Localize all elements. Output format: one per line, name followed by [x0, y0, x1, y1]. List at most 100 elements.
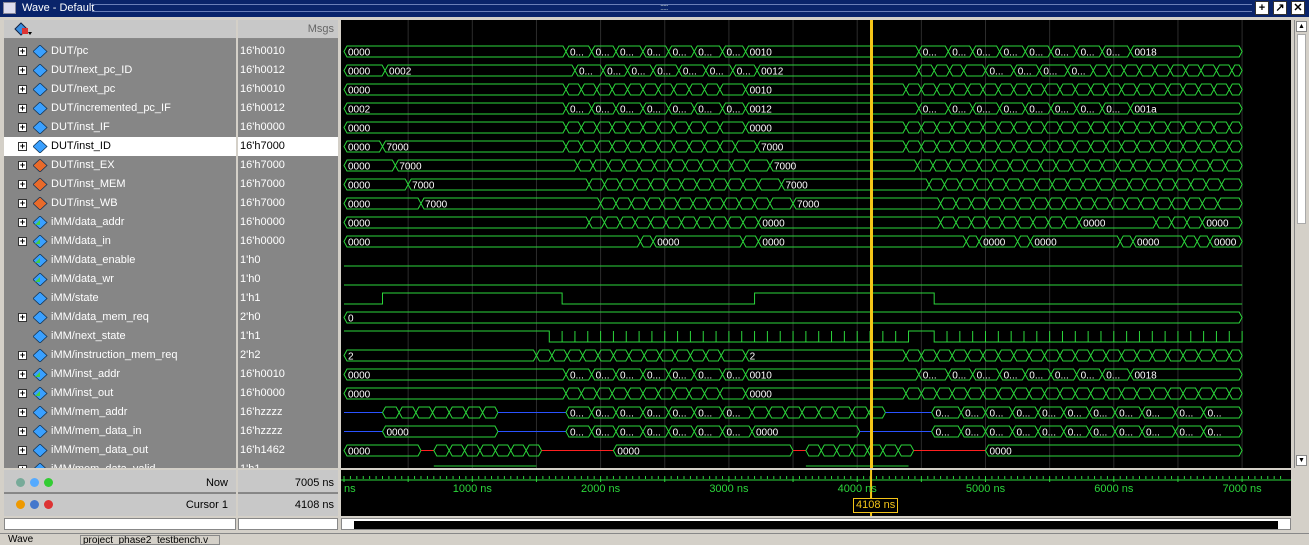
signal-value-row[interactable]: 16'hzzzz: [238, 422, 338, 441]
signal-value-row[interactable]: 16'h0010: [238, 42, 338, 61]
tab-wave[interactable]: Wave: [8, 535, 68, 545]
expand-icon[interactable]: +: [18, 218, 27, 227]
horizontal-scrollbars[interactable]: [4, 518, 1294, 530]
signal-row[interactable]: + iMM/data_mem_req: [4, 308, 236, 327]
signal-value-row[interactable]: 1'h1: [238, 289, 338, 308]
signal-value-row[interactable]: 1'h1: [238, 460, 338, 468]
expand-icon[interactable]: +: [18, 199, 27, 208]
insert-cursor-icon[interactable]: [30, 478, 39, 487]
bus-segment: [1109, 197, 1126, 210]
zoom-icon[interactable]: [16, 478, 25, 487]
expand-icon[interactable]: +: [18, 142, 27, 151]
edit-cursor-icon[interactable]: [30, 500, 39, 509]
cursor-time-tag[interactable]: 4108 ns: [853, 498, 899, 513]
scroll-up-icon[interactable]: ▲: [1296, 21, 1307, 32]
signal-row[interactable]: + DUT/next_pc_ID: [4, 61, 236, 80]
scroll-down-icon[interactable]: ▼: [1296, 455, 1307, 466]
drag-grip[interactable]: [92, 4, 1252, 12]
signal-row[interactable]: + DUT/inst_EX: [4, 156, 236, 175]
expand-icon[interactable]: +: [18, 66, 27, 75]
signal-value-row[interactable]: 16'hzzzz: [238, 403, 338, 422]
remove-cursor-icon[interactable]: [44, 500, 53, 509]
value-hscroll[interactable]: [238, 518, 338, 530]
signal-value-row[interactable]: 16'h7000: [238, 194, 338, 213]
signal-row[interactable]: + iMM/mem_addr: [4, 403, 236, 422]
close-button[interactable]: ✕: [1291, 1, 1305, 15]
expand-icon[interactable]: +: [18, 370, 27, 379]
cursor-line[interactable]: [870, 20, 874, 468]
signal-row[interactable]: + iMM/mem_data_out: [4, 441, 236, 460]
signal-row[interactable]: + DUT/pc: [4, 42, 236, 61]
expand-icon[interactable]: +: [18, 446, 27, 455]
signal-row[interactable]: iMM/data_wr: [4, 270, 236, 289]
signal-row[interactable]: + iMM/inst_out: [4, 384, 236, 403]
value-pane[interactable]: Msgs 16'h0010 16'h0012 16'h0010 16'h0012 16'…: [238, 20, 338, 468]
signal-value-row[interactable]: 2'h0: [238, 308, 338, 327]
signal-row[interactable]: + DUT/inst_ID: [4, 137, 236, 156]
tab-testbench[interactable]: project_phase2_testbench.v: [80, 535, 220, 545]
signal-value-row[interactable]: 1'h0: [238, 270, 338, 289]
signal-row[interactable]: + DUT/inst_WB: [4, 194, 236, 213]
name-hscroll[interactable]: [4, 518, 236, 530]
signal-value-row[interactable]: 16'h0010: [238, 80, 338, 99]
signal-row[interactable]: iMM/state: [4, 289, 236, 308]
signal-value-row[interactable]: 16'h0000: [238, 118, 338, 137]
signal-row[interactable]: + iMM/data_in: [4, 232, 236, 251]
signal-name-pane[interactable]: + DUT/pc + DUT/next_pc_ID + DUT/next_pc + DUT/i…: [4, 20, 236, 468]
signal-value-row[interactable]: 1'h0: [238, 251, 338, 270]
wave-layout-icon[interactable]: [14, 22, 32, 36]
bus-value-label: 0010: [750, 86, 773, 97]
signal-value-row[interactable]: 1'h1: [238, 327, 338, 346]
add-pane-button[interactable]: +: [1255, 1, 1269, 15]
signal-row[interactable]: iMM/data_enable: [4, 251, 236, 270]
expand-icon[interactable]: +: [18, 180, 27, 189]
waveform-canvas[interactable]: 0000 0... 0... 0... 0... 0... 0... 0... 0010 0...…: [341, 20, 1291, 468]
expand-icon[interactable]: +: [18, 237, 27, 246]
signal-value-row[interactable]: 16'h7000: [238, 137, 338, 156]
signal-row[interactable]: + DUT/inst_MEM: [4, 175, 236, 194]
signal-row[interactable]: iMM/next_state: [4, 327, 236, 346]
expand-icon[interactable]: +: [18, 313, 27, 322]
signal-row[interactable]: + iMM/instruction_mem_req: [4, 346, 236, 365]
signal-row[interactable]: + iMM/data_addr: [4, 213, 236, 232]
signal-row[interactable]: + DUT/incremented_pc_IF: [4, 99, 236, 118]
signal-row[interactable]: + DUT/inst_IF: [4, 118, 236, 137]
scroll-thumb[interactable]: [1297, 34, 1306, 224]
signal-row[interactable]: + DUT/next_pc: [4, 80, 236, 99]
expand-icon[interactable]: +: [18, 351, 27, 360]
signal-value-row[interactable]: 16'h0000: [238, 232, 338, 251]
signal-value-row[interactable]: 16'h0010: [238, 365, 338, 384]
bus-value-label: 7000: [425, 200, 448, 211]
expand-icon[interactable]: +: [18, 389, 27, 398]
expand-icon[interactable]: +: [18, 465, 27, 468]
expand-icon[interactable]: +: [18, 161, 27, 170]
expand-icon[interactable]: +: [18, 427, 27, 436]
bus-segment: [642, 121, 659, 134]
add-cursor-icon[interactable]: [44, 478, 53, 487]
undock-button[interactable]: ↗: [1273, 1, 1287, 15]
signal-value-row[interactable]: 16'h1462: [238, 441, 338, 460]
wave-hscroll-thumb[interactable]: [354, 521, 1278, 529]
expand-icon[interactable]: +: [18, 104, 27, 113]
signal-value-row[interactable]: 2'h2: [238, 346, 338, 365]
signal-row[interactable]: + iMM/inst_addr: [4, 365, 236, 384]
signal-row[interactable]: + iMM/mem_data_valid: [4, 460, 236, 468]
waveform-pane[interactable]: 0000 0... 0... 0... 0... 0... 0... 0... 0010 0...…: [341, 20, 1291, 468]
bus-segment: [933, 64, 951, 77]
timeline-ruler[interactable]: ns 1000 ns 2000 ns 3000 ns 4000 ns 5000 ns 600…: [341, 470, 1291, 516]
signal-value-row[interactable]: 16'h0000: [238, 213, 338, 232]
signal-value-row[interactable]: 16'h7000: [238, 156, 338, 175]
lock-icon[interactable]: [16, 500, 25, 509]
vertical-scrollbar[interactable]: ▲ ▼: [1294, 20, 1307, 468]
signal-value-row[interactable]: 16'h0012: [238, 99, 338, 118]
title-bar[interactable]: Wave - Default ::::: + ↗ ✕: [0, 0, 1309, 17]
expand-icon[interactable]: +: [18, 47, 27, 56]
signal-value-row[interactable]: 16'h7000: [238, 175, 338, 194]
expand-icon[interactable]: +: [18, 408, 27, 417]
signal-value-row[interactable]: 16'h0012: [238, 61, 338, 80]
wave-hscroll[interactable]: [341, 518, 1291, 530]
expand-icon[interactable]: +: [18, 123, 27, 132]
expand-icon[interactable]: +: [18, 85, 27, 94]
signal-value-row[interactable]: 16'h0000: [238, 384, 338, 403]
signal-row[interactable]: + iMM/mem_data_in: [4, 422, 236, 441]
